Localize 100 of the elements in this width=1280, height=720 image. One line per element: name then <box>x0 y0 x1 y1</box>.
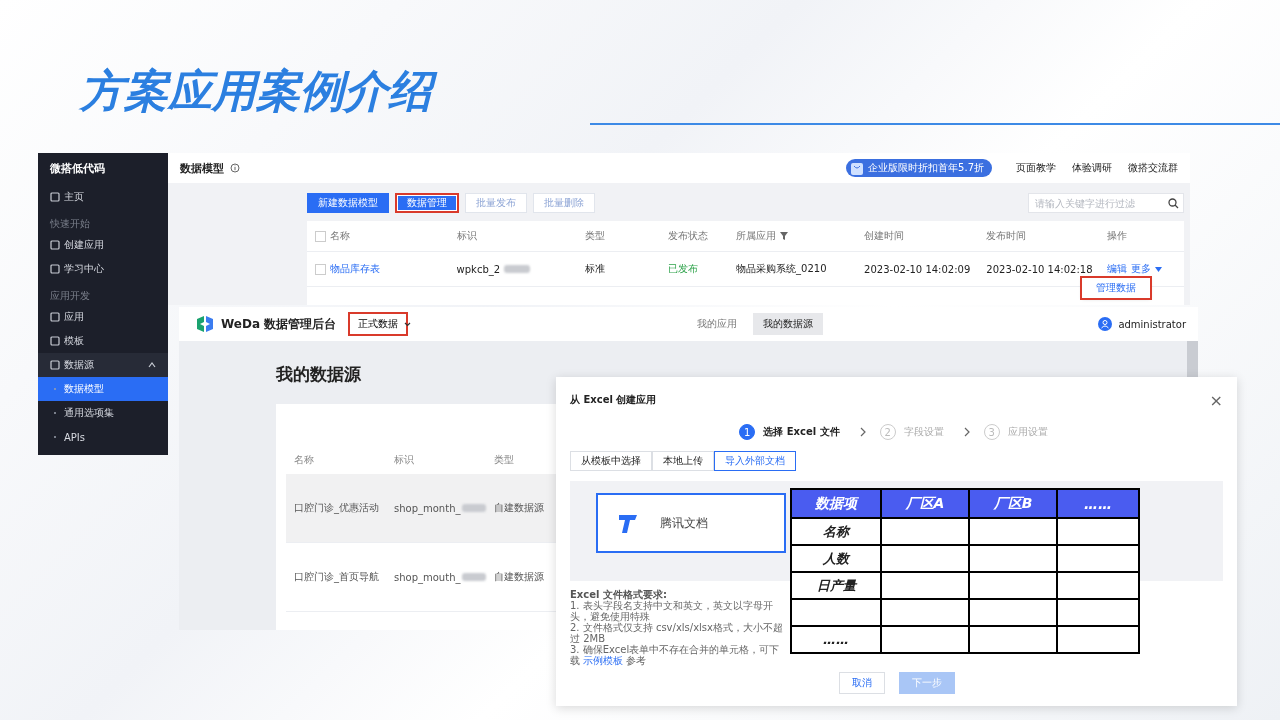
table-cell: 自建数据源 <box>494 501 544 515</box>
source-tab[interactable]: 本地上传 <box>652 451 714 471</box>
sidebar-item[interactable]: 数据源 <box>38 353 168 377</box>
sidebar-item[interactable]: 主页 <box>38 185 168 209</box>
step-label: 应用设置 <box>1007 425 1048 439</box>
close-icon[interactable]: × <box>1209 390 1223 410</box>
sidebar-item[interactable]: 创建应用 <box>38 233 168 257</box>
toolbar-button[interactable]: 新建数据模型 <box>307 193 389 213</box>
table-link[interactable]: 物品库存表 <box>330 262 380 276</box>
step-label: 字段设置 <box>903 425 944 439</box>
page-heading: 我的数据源 <box>276 363 362 386</box>
column-header: 名称 <box>330 229 350 243</box>
page-title: 数据模型 <box>180 160 224 176</box>
column-header: 标识 <box>393 453 415 467</box>
nav-tab[interactable]: 我的数据源 <box>752 313 823 335</box>
table-cell: 物品采购系统_0210 <box>736 262 827 276</box>
caret-icon <box>148 362 156 368</box>
bag-icon <box>850 160 865 176</box>
row-label: 日产量 <box>816 576 856 595</box>
table-cell: 标准 <box>584 262 605 276</box>
source-card[interactable]: 腾讯文档 <box>596 493 786 553</box>
table-cell: 口腔门诊_首页导航 <box>294 570 379 584</box>
brand-name: 微搭低代码 <box>49 161 106 177</box>
column-header: 所属应用 <box>736 229 777 243</box>
sidebar-item[interactable]: 模板 <box>38 329 168 353</box>
menu-item[interactable]: 管理数据 <box>1082 278 1150 298</box>
action-link[interactable]: 编辑 <box>1106 262 1127 276</box>
template-link[interactable]: 示例模板 <box>583 655 624 666</box>
menu-item-icon <box>50 360 60 370</box>
menu-item-icon <box>50 192 60 202</box>
sidebar-section-label: 应用开发 <box>49 289 91 303</box>
table-cell: 2023-02-10 14:02:18 <box>986 263 1093 275</box>
row-label: 人数 <box>823 549 849 568</box>
column-header: 类型 <box>493 453 515 467</box>
table-cell: wpkcb_2 <box>456 263 501 275</box>
column-header: 数据项 <box>814 493 860 513</box>
row-label: 名称 <box>823 522 849 541</box>
source-tab[interactable]: 导入外部文档 <box>714 451 796 471</box>
filter-icon[interactable] <box>780 232 789 240</box>
promo-badge[interactable]: 企业版限时折扣首年5.7折 <box>846 159 992 177</box>
logo-icon <box>195 315 215 333</box>
row-label: …… <box>823 632 849 647</box>
requirement-text: 2. 文件格式仅支持 csv/xls/xlsx格式，大小不超过 2MB <box>570 622 784 644</box>
column-header: 发布状态 <box>668 229 709 243</box>
search-icon <box>1168 197 1179 209</box>
column-header: 操作 <box>1106 229 1127 243</box>
table-cell: shop_mouth_ <box>394 571 461 583</box>
column-header: 标识 <box>456 229 477 243</box>
user-name: administrator <box>1118 318 1186 330</box>
chevron-icon <box>963 427 970 437</box>
sidebar-section-label: 快速开始 <box>49 217 91 231</box>
action-link[interactable]: 更多 <box>1130 262 1151 276</box>
requirement-text: 3. 确保Excel表单中不存在合并的单元格，可下载 示例模板 参考 <box>570 644 781 666</box>
step-label: 选择 Excel 文件 <box>763 425 840 439</box>
step-number: 1 <box>739 424 756 440</box>
app-name: WeDa 数据管理后台 <box>221 315 337 333</box>
requirements-heading: Excel 文件格式要求: <box>570 589 668 600</box>
menu-item-icon <box>50 240 60 250</box>
dialog-button[interactable]: 取消 <box>838 672 885 694</box>
caret-icon <box>1154 266 1162 272</box>
checkbox[interactable] <box>315 230 326 242</box>
user-icon[interactable] <box>1098 317 1113 331</box>
table-cell: 2023-02-10 14:02:09 <box>864 263 971 275</box>
sidebar-item[interactable]: 应用 <box>38 305 168 329</box>
menu-item-icon <box>50 264 60 274</box>
column-header: 名称 <box>293 453 315 467</box>
column-header: …… <box>1056 490 1138 517</box>
sidebar-subitem[interactable]: 数据模型 <box>38 377 168 401</box>
status-text: 已发布 <box>668 262 699 276</box>
header-link[interactable]: 微搭交流群 <box>1128 161 1178 175</box>
toolbar-button[interactable]: 数据管理 <box>395 193 459 213</box>
sidebar-subitem[interactable]: 通用选项集 <box>38 401 168 425</box>
column-header: 厂区A <box>880 490 968 517</box>
nav-tab[interactable]: 我的应用 <box>686 313 747 335</box>
menu-item-icon <box>50 336 60 346</box>
environment-dropdown[interactable]: 正式数据 <box>350 314 407 334</box>
header-link[interactable]: 页面教学 <box>1016 161 1056 175</box>
chevron-down-icon[interactable] <box>404 321 412 327</box>
column-header: 创建时间 <box>864 229 905 243</box>
column-header: 类型 <box>584 229 605 243</box>
table-cell: shop_month_ <box>394 502 461 514</box>
table-cell: 自建数据源 <box>494 570 544 584</box>
sidebar-subitem[interactable]: APIs <box>38 425 168 449</box>
header-link[interactable]: 体验调研 <box>1072 161 1112 175</box>
menu-item-icon <box>50 312 60 322</box>
blurred-text <box>504 265 531 273</box>
checkbox[interactable] <box>315 263 326 275</box>
blurred-text <box>462 573 486 581</box>
table-cell: 口腔门诊_优惠活动 <box>294 501 379 515</box>
column-header: 厂区B <box>968 490 1056 517</box>
search-field[interactable]: 请输入关键字进行过滤 <box>1028 193 1184 213</box>
requirement-text: 1. 表头字段名支持中文和英文，英文以字母开头，避免使用特殊 <box>570 600 774 622</box>
source-tab[interactable]: 从模板中选择 <box>570 451 652 471</box>
blurred-text <box>462 504 486 512</box>
dialog-title: 从 Excel 创建应用 <box>570 393 657 407</box>
sidebar-item[interactable]: 学习中心 <box>38 257 168 281</box>
info-icon <box>230 163 240 173</box>
column-header: 发布时间 <box>986 229 1027 243</box>
chevron-icon <box>859 427 866 437</box>
slide-title: 方案应用案例介绍 <box>80 62 444 120</box>
